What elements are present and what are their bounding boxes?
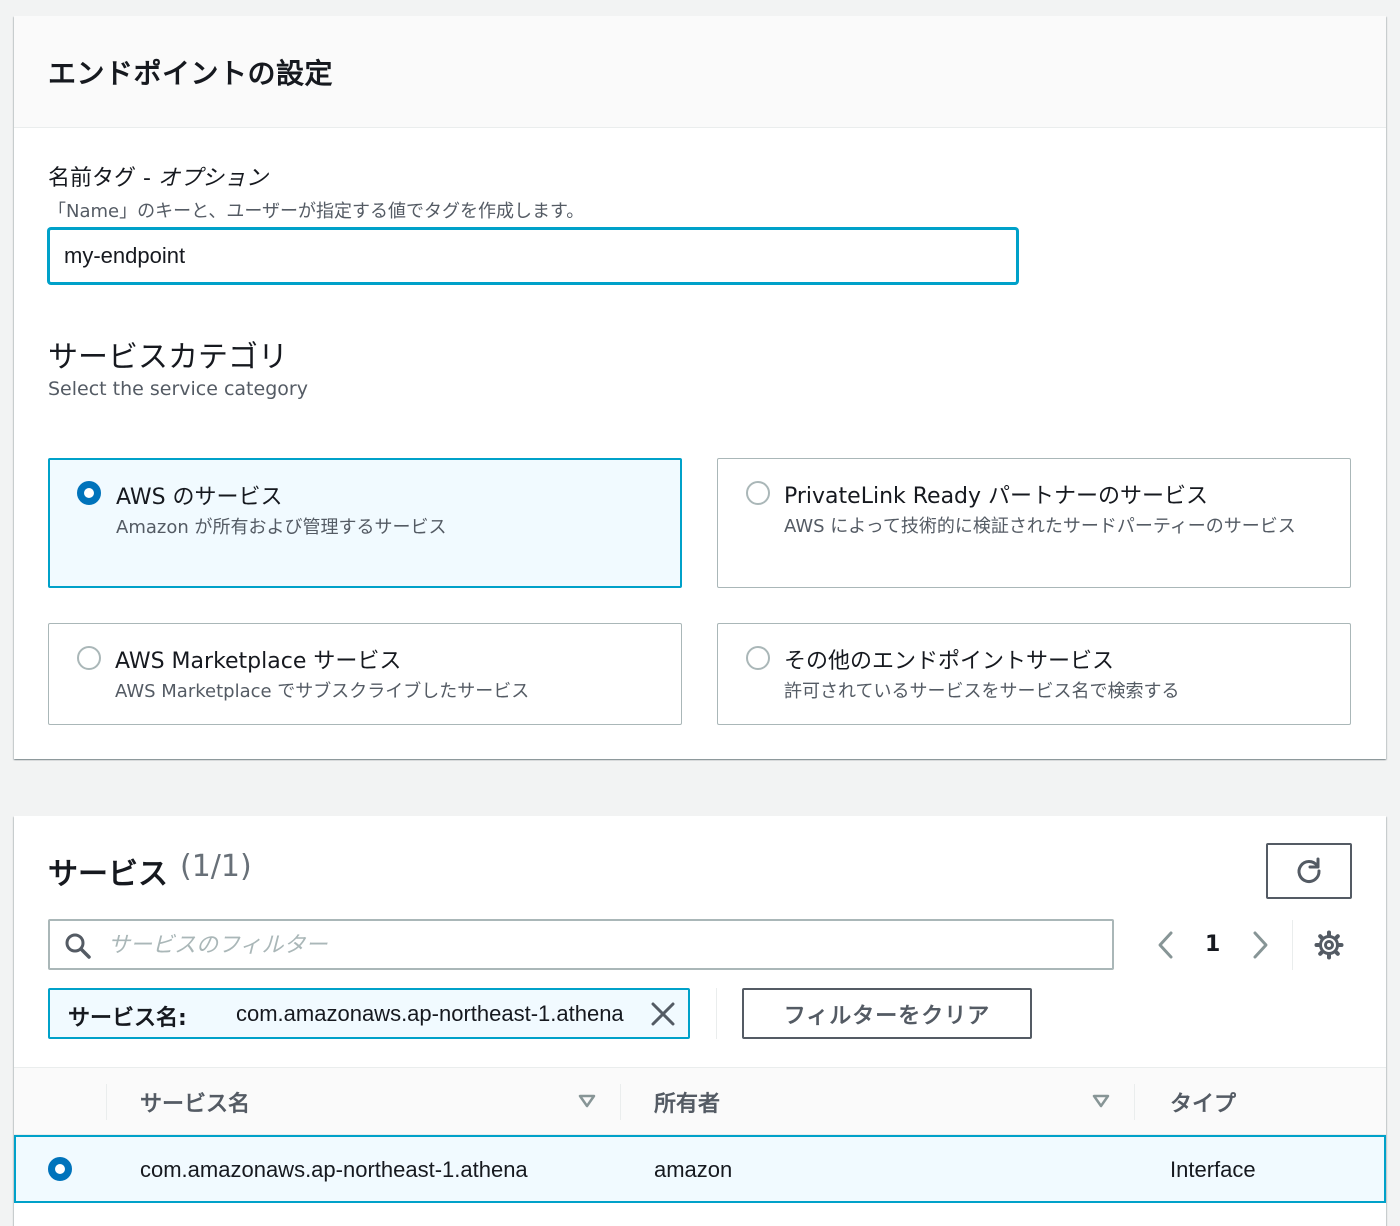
pagination-current-page[interactable]: 1: [1205, 932, 1220, 957]
tile-privatelink-partner[interactable]: PrivateLink Ready パートナーのサービス AWS によって技術的…: [717, 458, 1351, 588]
name-tag-input[interactable]: [48, 228, 1018, 284]
chevron-right-icon[interactable]: [1248, 930, 1272, 960]
clear-filters-button[interactable]: フィルターをクリア: [742, 988, 1032, 1039]
sort-down-icon[interactable]: [578, 1094, 596, 1108]
table-row[interactable]: com.amazonaws.ap-northeast-1.athena amaz…: [14, 1135, 1386, 1203]
row-select-radio[interactable]: [48, 1157, 72, 1181]
service-filter-box[interactable]: [48, 919, 1114, 970]
tile-title: PrivateLink Ready パートナーのサービス: [784, 484, 1209, 509]
tile-description: AWS Marketplace でサブスクライブしたサービス: [115, 681, 530, 702]
radio-aws-marketplace[interactable]: [77, 646, 101, 670]
service-filter-input[interactable]: [108, 925, 1088, 965]
column-header-owner[interactable]: 所有者: [654, 1086, 720, 1118]
cell-type: Interface: [1170, 1157, 1256, 1182]
endpoint-settings-panel: エンドポイントの設定 名前タグ - オプション 「Name」のキーと、ユーザーが…: [14, 16, 1386, 759]
tile-description: AWS によって技術的に検証されたサードパーティーのサービス: [784, 516, 1296, 537]
service-category-description: Select the service category: [48, 378, 308, 400]
filter-token: サービス名: com.amazonaws.ap-northeast-1.athe…: [48, 988, 690, 1039]
chevron-left-icon[interactable]: [1154, 930, 1178, 960]
services-title: サービス: [48, 857, 168, 892]
radio-privatelink-partner[interactable]: [746, 481, 770, 505]
pagination-divider: [1292, 920, 1293, 970]
tile-title: AWS のサービス: [116, 485, 283, 510]
name-tag-description: 「Name」のキーと、ユーザーが指定する値でタグを作成します。: [48, 201, 585, 222]
filter-token-value: com.amazonaws.ap-northeast-1.athena: [236, 1001, 624, 1026]
radio-other-endpoint-services[interactable]: [746, 646, 770, 670]
name-tag-label: 名前タグ - オプション: [48, 160, 268, 192]
cell-service-name: com.amazonaws.ap-northeast-1.athena: [140, 1157, 528, 1182]
tile-title: AWS Marketplace サービス: [115, 649, 402, 674]
services-panel: サービス (1/1) 1: [14, 816, 1386, 1226]
token-divider: [716, 988, 717, 1039]
services-count: (1/1): [180, 849, 252, 884]
radio-aws-services[interactable]: [77, 481, 101, 505]
tile-other-endpoint-services[interactable]: その他のエンドポイントサービス 許可されているサービスをサービス名で検索する: [717, 623, 1351, 725]
tile-description: 許可されているサービスをサービス名で検索する: [784, 681, 1180, 702]
refresh-icon: [1297, 857, 1321, 883]
tile-aws-services[interactable]: AWS のサービス Amazon が所有および管理するサービス: [48, 458, 682, 588]
column-separator: [1134, 1084, 1135, 1120]
gear-icon[interactable]: [1314, 930, 1344, 960]
optional-label: オプション: [157, 166, 268, 191]
name-tag-label-text: 名前タグ -: [48, 166, 158, 191]
close-icon[interactable]: [650, 1001, 676, 1027]
tile-aws-marketplace[interactable]: AWS Marketplace サービス AWS Marketplace でサブ…: [48, 623, 682, 725]
tile-description: Amazon が所有および管理するサービス: [116, 517, 447, 538]
cell-owner: amazon: [654, 1157, 733, 1182]
service-category-title: サービスカテゴリ: [48, 340, 288, 375]
tile-title: その他のエンドポイントサービス: [784, 649, 1115, 674]
column-separator: [620, 1084, 621, 1120]
panel-header: エンドポイントの設定: [14, 16, 1386, 128]
table-header: サービス名 所有者 タイプ: [14, 1067, 1386, 1135]
sort-down-icon[interactable]: [1092, 1094, 1110, 1108]
column-header-service-name[interactable]: サービス名: [140, 1086, 250, 1118]
panel-title: エンドポイントの設定: [48, 57, 334, 90]
column-separator: [106, 1084, 107, 1120]
filter-token-key: サービス名:: [68, 1006, 187, 1031]
column-header-type[interactable]: タイプ: [1170, 1086, 1236, 1118]
refresh-button[interactable]: [1266, 843, 1352, 899]
search-icon: [65, 933, 91, 959]
